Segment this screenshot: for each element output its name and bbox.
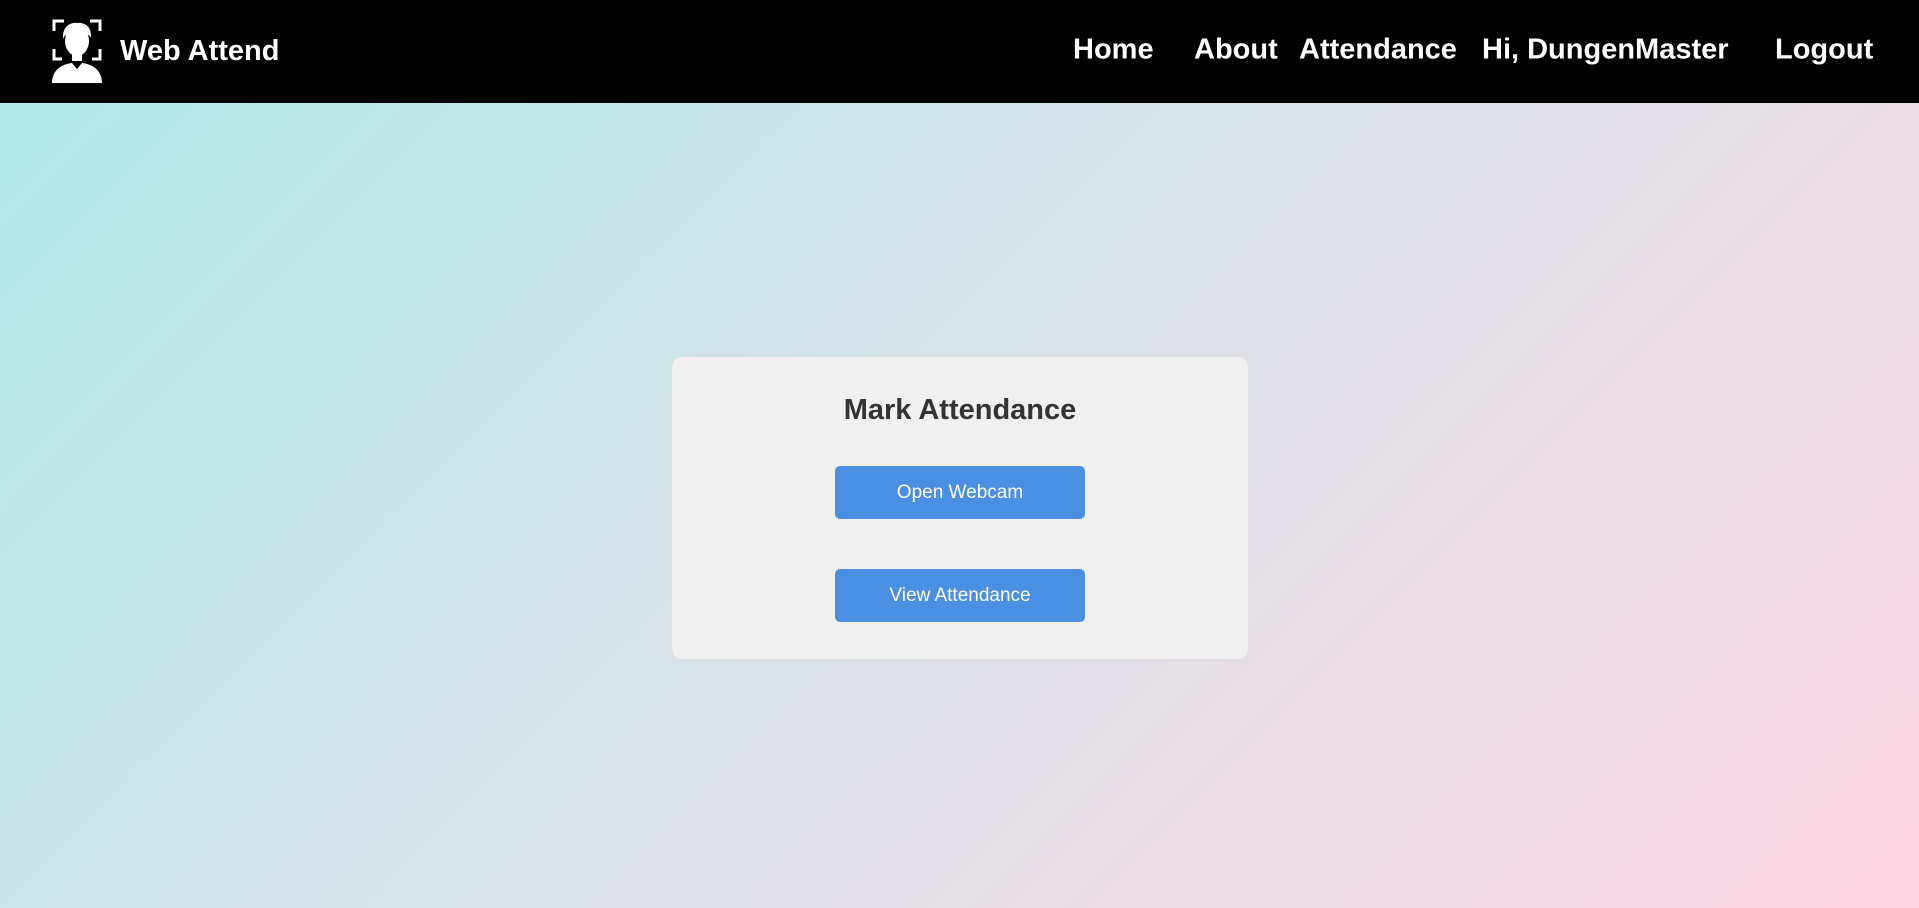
navbar: Web Attend Home About Attendance Hi, Dun…: [0, 0, 1919, 103]
view-attendance-button[interactable]: View Attendance: [835, 569, 1085, 622]
nav-link-about[interactable]: About: [1194, 35, 1278, 65]
mark-attendance-card: Mark Attendance Open Webcam View Attenda…: [672, 357, 1248, 659]
card-title: Mark Attendance: [843, 394, 1077, 426]
brand-logo-link[interactable]: Web Attend: [52, 19, 280, 83]
brand-title: Web Attend: [120, 34, 280, 67]
face-scan-user-icon: [52, 19, 102, 83]
nav-link-home[interactable]: Home: [1073, 35, 1154, 65]
nav-link-attendance[interactable]: Attendance: [1299, 35, 1457, 65]
open-webcam-button[interactable]: Open Webcam: [835, 466, 1085, 519]
nav-link-logout[interactable]: Logout: [1775, 35, 1873, 65]
nav-user-greeting[interactable]: Hi, DungenMaster: [1482, 35, 1729, 65]
